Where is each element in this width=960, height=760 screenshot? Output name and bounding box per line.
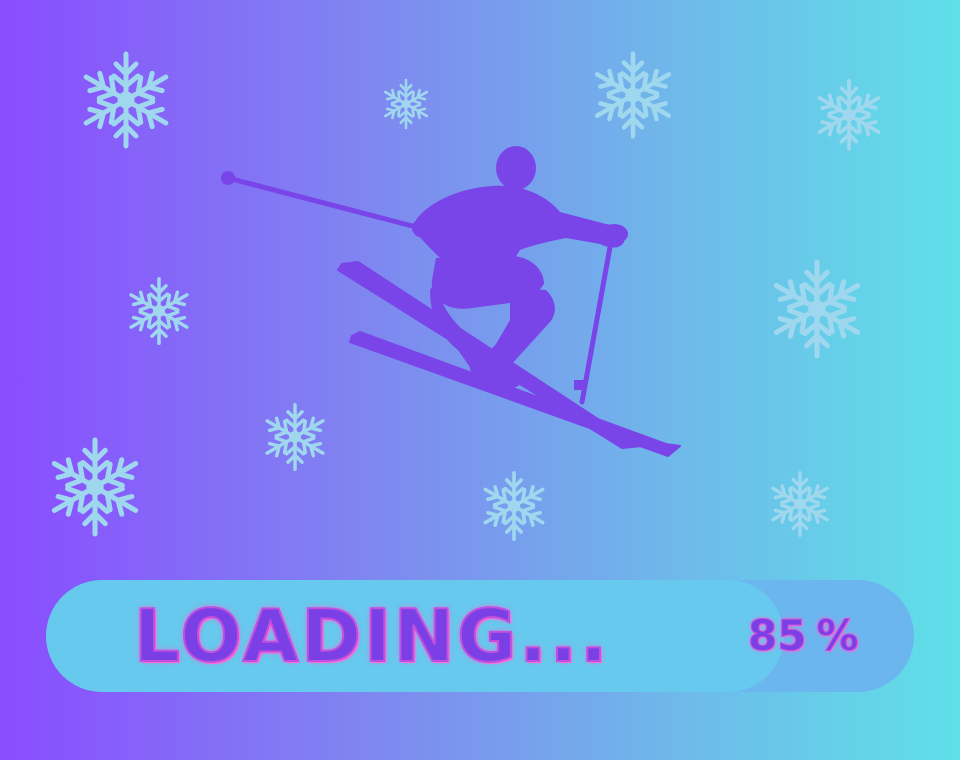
snowflake-icon: [76, 50, 176, 150]
snowflake-icon: [766, 258, 868, 360]
loading-screen: LOADING... 85%: [0, 0, 960, 760]
snowflake-icon: [478, 470, 550, 542]
loading-percentage-unit: %: [816, 611, 859, 661]
snowflake-icon: [380, 78, 432, 130]
snowflake-icon: [124, 276, 194, 346]
skier-icon: [221, 146, 681, 457]
loading-percentage-value: 85: [747, 611, 807, 661]
snowflake-icon: [44, 436, 146, 538]
snowflake-icon: [588, 50, 678, 140]
snowflake-icon: [766, 470, 834, 538]
loading-label: LOADING...: [133, 593, 611, 679]
loading-percentage: 85%: [747, 608, 859, 664]
snowflake-icon: [812, 78, 886, 152]
